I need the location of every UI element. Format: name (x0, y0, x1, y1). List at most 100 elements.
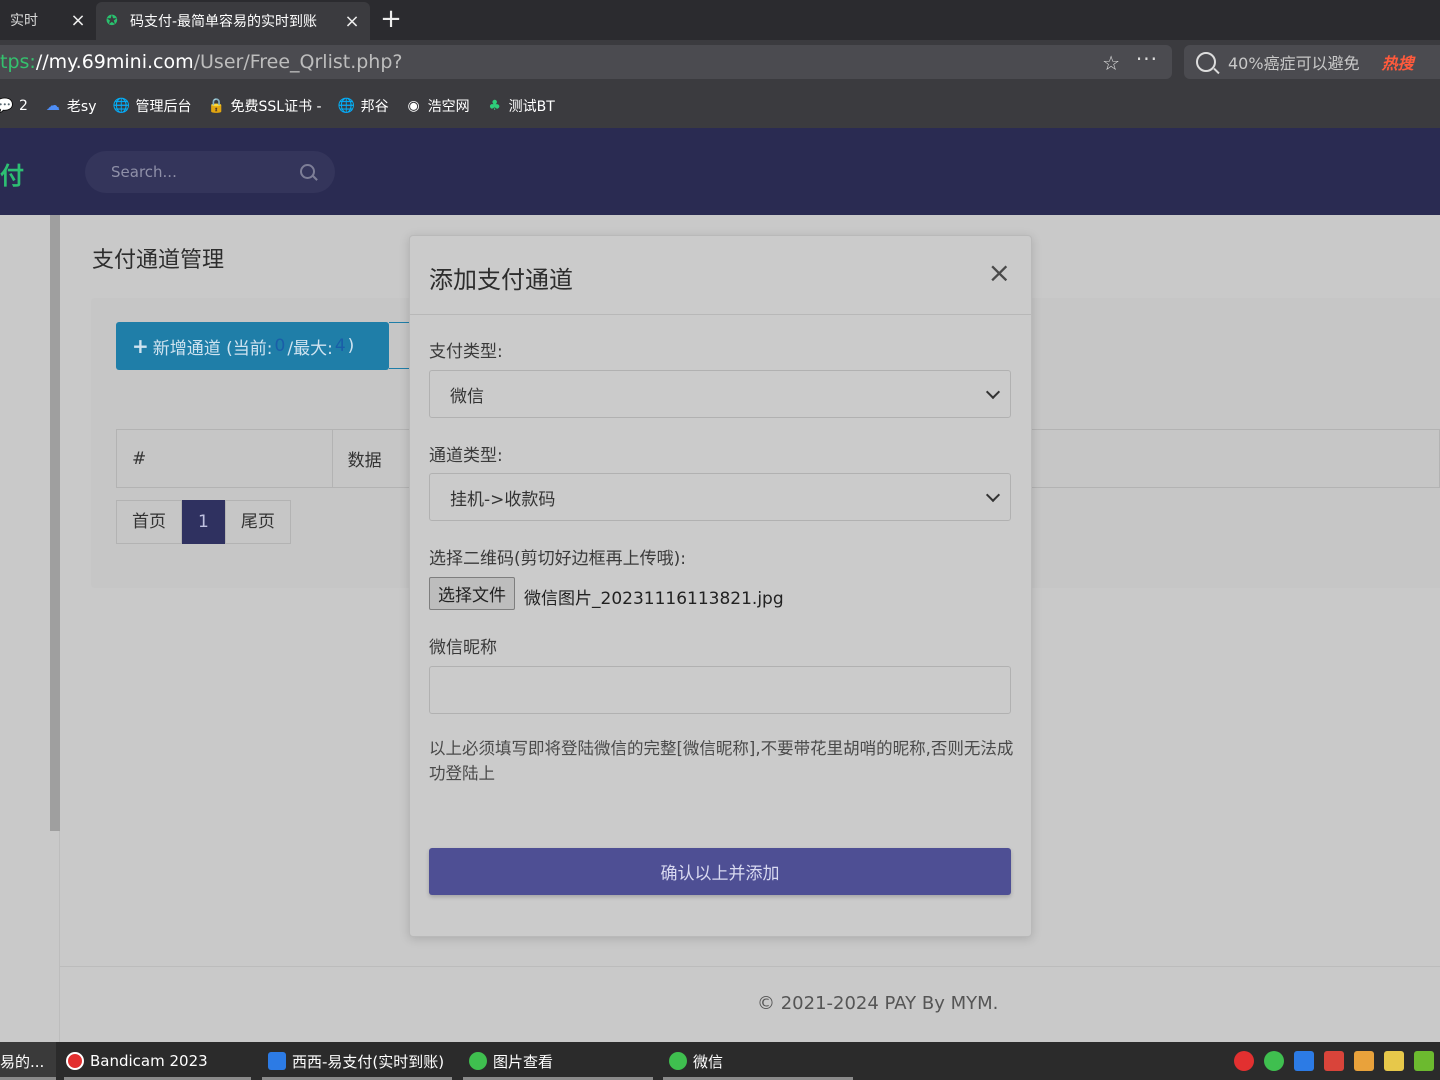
bookmark-item[interactable]: ◉ 浩空网 (405, 96, 469, 116)
modal-header: 添加支付通道 × (410, 236, 1031, 315)
browser-tab[interactable]: 实时 × (0, 0, 96, 40)
nickname-note: 以上必须填写即将登陆微信的完整[微信昵称],不要带花里胡哨的昵称,否则无法成功登… (429, 739, 1014, 783)
more-icon[interactable]: ··· (1136, 47, 1158, 71)
tab-title: 码支付-最简单容易的实时到账 (130, 14, 318, 30)
brand-logo[interactable]: 付 (0, 156, 24, 191)
add-button-label-end: ) (347, 336, 355, 356)
globe-icon: 🌐 (337, 98, 356, 114)
hot-search-label[interactable]: 热搜 (1382, 50, 1414, 74)
bookmarks-bar: 💬 2 ☁ 老sy 🌐 管理后台 🔒 免费SSL证书 - 🌐 邦谷 ◉ 浩空网 ♣ 测试BT (0, 84, 1440, 128)
taskbar-item[interactable]: 图片查看 (463, 1042, 653, 1080)
bookmark-label: 测试BT (508, 99, 555, 115)
close-icon[interactable]: × (344, 11, 360, 32)
sidebar-scrollbar[interactable] (50, 215, 60, 831)
footer-copyright: © 2021-2024 PAY By MYM. (757, 993, 999, 1014)
pagination: 首页 1 尾页 (116, 500, 291, 544)
taskbar-item[interactable]: 西西-易支付(实时到账) (262, 1042, 452, 1080)
nickname-input[interactable] (429, 666, 1011, 714)
close-icon[interactable]: × (70, 10, 86, 31)
add-button-label: 新增通道 (当前: (152, 338, 273, 359)
bookmark-label: 2 (19, 98, 28, 114)
taskbar-label: 易的... (0, 1052, 45, 1071)
bookmark-item[interactable]: 🔒 免费SSL证书 - (208, 96, 322, 116)
notes-tray-icon[interactable] (1384, 1051, 1404, 1071)
close-icon[interactable]: × (988, 258, 1011, 288)
nickname-label: 微信昵称 (429, 638, 497, 658)
bookmark-item[interactable]: ☁ 老sy (44, 96, 97, 116)
browser-tab-bar: 实时 × ✪ 码支付-最简单容易的实时到账 × + (0, 0, 1440, 40)
address-bar-row: tps://my.69mini.com/User/Free_Qrlist.php… (0, 40, 1440, 84)
site-favicon-icon: ✪ (106, 13, 118, 29)
record-icon (66, 1052, 84, 1070)
page-title: 支付通道管理 (92, 248, 225, 273)
search-icon[interactable] (300, 164, 315, 179)
column-header: # (116, 429, 333, 488)
volume-icon[interactable] (1354, 1051, 1374, 1071)
bookmark-item[interactable]: 🌐 管理后台 (113, 96, 192, 116)
chevron-down-icon (985, 487, 1001, 503)
new-tab-button[interactable]: + (376, 4, 406, 36)
url-host: //my.69mini.com (35, 51, 194, 73)
qr-upload-label: 选择二维码(剪切好边框再上传哦): (429, 549, 686, 569)
network-tray-icon[interactable] (1324, 1051, 1344, 1071)
current-count: 0 (274, 336, 286, 356)
wechat-icon (669, 1052, 687, 1070)
app-tray-icon[interactable] (1294, 1051, 1314, 1071)
wechat-tray-icon[interactable] (1264, 1051, 1284, 1071)
current-page-link[interactable]: 1 (182, 500, 225, 544)
taskbar-item[interactable]: 易的... (0, 1042, 56, 1080)
record-tray-icon[interactable] (1234, 1051, 1254, 1071)
url-scheme: tps: (0, 51, 36, 73)
max-count: 4 (334, 336, 346, 356)
browser-search-box[interactable]: 40%癌症可以避免 热搜 (1184, 45, 1440, 79)
taskbar-item[interactable]: Bandicam 2023 (64, 1042, 251, 1080)
bookmark-label: 免费SSL证书 - (230, 99, 322, 115)
star-icon[interactable]: ☆ (1102, 51, 1120, 75)
os-taskbar: 易的... Bandicam 2023 西西-易支付(实时到账) 图片查看 微信 (0, 1042, 1440, 1080)
plus-icon: + (132, 334, 149, 358)
app-icon (268, 1052, 286, 1070)
bookmark-item[interactable]: 💬 2 (0, 97, 28, 115)
top-navbar: 付 (0, 128, 1440, 215)
modal-title: 添加支付通道 (429, 266, 573, 294)
gpu-tray-icon[interactable] (1414, 1051, 1434, 1071)
bookmark-label: 老sy (66, 99, 97, 115)
footer-divider (60, 966, 1440, 967)
channel-type-select[interactable]: 挂机->收款码 (429, 473, 1011, 521)
site-search-input[interactable] (111, 163, 291, 181)
pay-type-select[interactable]: 微信 (429, 370, 1011, 418)
taskbar-item[interactable]: 微信 (663, 1042, 853, 1080)
wechat-icon (469, 1052, 487, 1070)
taskbar-label: 图片查看 (493, 1052, 554, 1071)
taskbar-label: 西西-易支付(实时到账) (292, 1052, 445, 1071)
confirm-add-button[interactable]: 确认以上并添加 (429, 848, 1011, 895)
add-channel-button[interactable]: + 新增通道 (当前: 0/最大: 4) (116, 322, 389, 370)
add-channel-modal: 添加支付通道 × 支付类型: 微信 通道类型: 挂机->收款码 选择二维码(剪切… (409, 235, 1032, 937)
plant-icon: ♣ (488, 98, 501, 114)
tab-title: 实时 (10, 13, 38, 29)
url-path: /User/Free_Qrlist.php? (193, 51, 403, 73)
search-icon (1196, 52, 1216, 72)
chevron-down-icon (985, 384, 1001, 400)
browser-tab-active[interactable]: ✪ 码支付-最简单容易的实时到账 × (96, 2, 370, 40)
cloud-icon: ☁ (45, 98, 60, 114)
url-field[interactable]: tps://my.69mini.com/User/Free_Qrlist.php… (0, 45, 1172, 79)
bookmark-label: 邦谷 (360, 99, 389, 115)
choose-file-button[interactable]: 选择文件 (429, 577, 515, 610)
pay-type-value: 微信 (450, 386, 484, 407)
plus-icon: + (380, 4, 402, 34)
bookmark-label: 管理后台 (135, 99, 192, 115)
taskbar-label: Bandicam 2023 (90, 1052, 208, 1070)
bookmark-item[interactable]: 🌐 邦谷 (338, 96, 389, 116)
globe-icon: 🌐 (112, 98, 131, 114)
bookmark-item[interactable]: ♣ 测试BT (486, 96, 555, 116)
selected-file-name: 微信图片_20231116113821.jpg (524, 589, 784, 609)
astronaut-icon: ◉ (407, 98, 420, 114)
add-button-label-mid: /最大: (287, 338, 333, 359)
system-tray (1224, 1051, 1434, 1071)
pay-type-label: 支付类型: (429, 342, 503, 362)
site-search (85, 151, 335, 193)
last-page-link[interactable]: 尾页 (224, 500, 291, 544)
first-page-link[interactable]: 首页 (116, 500, 182, 544)
taskbar-label: 微信 (693, 1052, 724, 1071)
